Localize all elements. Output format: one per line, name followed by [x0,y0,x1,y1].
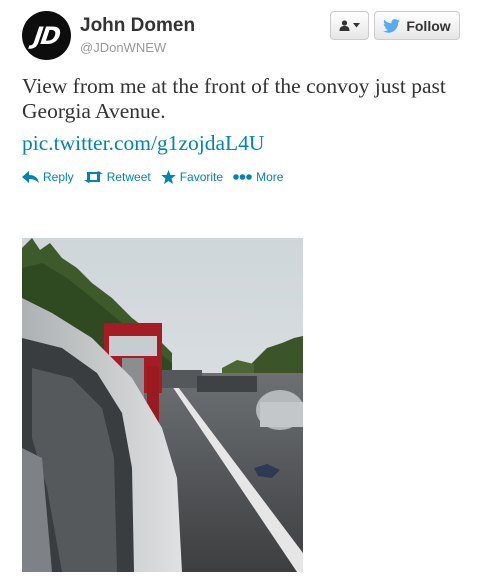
tweet-actions: Reply Retweet Favorite More [22,170,293,184]
user-actions-dropdown-button[interactable] [330,11,369,40]
more-dots-icon [233,174,252,180]
reply-label: Reply [43,170,74,184]
more-label: More [256,170,284,184]
user-screen-name[interactable]: @JDonWNEW [80,40,166,55]
favorite-label: Favorite [179,170,224,184]
tweet-media-link[interactable]: pic.twitter.com/g1zojdaL4U [22,131,264,156]
avatar-logo-text: JD [32,21,61,50]
follow-button[interactable]: Follow [374,11,460,40]
reply-action[interactable]: Reply [22,170,74,184]
tweet-text: View from me at the front of the convoy … [22,74,446,123]
person-icon [339,20,350,31]
star-icon [160,170,176,184]
follow-label: Follow [406,17,451,34]
retweet-icon [83,171,103,183]
user-full-name[interactable]: John Domen [80,15,195,37]
favorite-action[interactable]: Favorite [160,170,224,184]
tweet-photo[interactable] [22,238,303,572]
retweet-label: Retweet [106,170,151,184]
reply-arrow-icon [22,171,39,183]
caret-down-icon [353,23,360,28]
twitter-bird-icon [383,18,401,33]
user-avatar[interactable]: JD [22,11,71,60]
retweet-action[interactable]: Retweet [83,170,151,184]
highway-convoy-photo [22,238,303,572]
more-action[interactable]: More [233,170,283,184]
